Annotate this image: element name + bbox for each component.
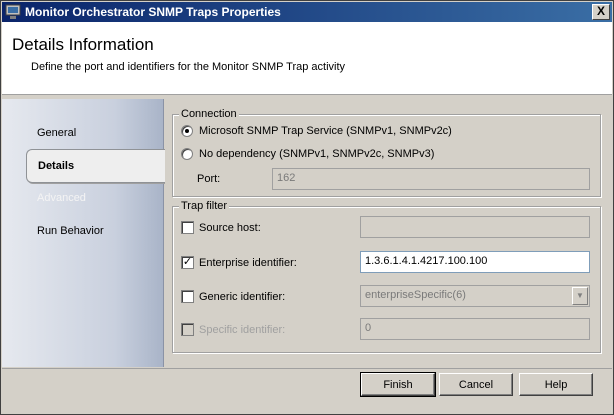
port-field[interactable]: 162: [272, 168, 590, 190]
specific-identifier-checkbox: Specific identifier:: [181, 323, 285, 336]
enterprise-identifier-checkbox[interactable]: ✓ Enterprise identifier:: [181, 256, 297, 269]
checkbox[interactable]: [181, 221, 194, 234]
trap-filter-legend: Trap filter: [179, 200, 230, 212]
page-header: Details Information Define the port and …: [2, 22, 612, 95]
page-subtitle: Define the port and identifiers for the …: [31, 61, 346, 73]
checkbox-label: Generic identifier:: [199, 290, 286, 303]
sidebar-item-details[interactable]: Details: [26, 149, 165, 183]
connection-legend: Connection: [179, 108, 239, 120]
specific-identifier-field: 0: [360, 318, 590, 340]
radio-label: No dependency (SNMPv1, SNMPv2c, SNMPv3): [199, 148, 435, 160]
checkbox: [181, 323, 194, 336]
radio-no-dependency[interactable]: No dependency (SNMPv1, SNMPv2c, SNMPv3): [181, 148, 434, 160]
title-bar[interactable]: Monitor Orchestrator SNMP Traps Properti…: [2, 2, 612, 22]
radio-button[interactable]: [181, 125, 193, 137]
help-button[interactable]: Help: [519, 373, 593, 396]
sidebar-item-general[interactable]: General: [37, 127, 76, 139]
source-host-field[interactable]: [360, 216, 590, 238]
window-title: Monitor Orchestrator SNMP Traps Properti…: [25, 5, 281, 19]
sidebar-item-label: Details: [38, 160, 75, 172]
cancel-button[interactable]: Cancel: [439, 373, 513, 396]
properties-dialog: Monitor Orchestrator SNMP Traps Properti…: [0, 0, 614, 415]
generic-identifier-checkbox[interactable]: Generic identifier:: [181, 290, 285, 303]
sidebar-nav: General Details Advanced Run Behavior: [2, 99, 165, 367]
connection-group: Connection Microsoft SNMP Trap Service (…: [172, 108, 601, 197]
details-panel: Connection Microsoft SNMP Trap Service (…: [165, 99, 612, 367]
checkbox[interactable]: ✓: [181, 256, 194, 269]
chevron-down-icon[interactable]: ▼: [572, 287, 588, 305]
radio-label: Microsoft SNMP Trap Service (SNMPv1, SNM…: [199, 125, 452, 137]
generic-identifier-select[interactable]: enterpriseSpecific(6) ▼: [360, 285, 590, 307]
app-icon: [5, 4, 21, 20]
checkbox-label: Source host:: [199, 221, 261, 234]
close-button[interactable]: X: [592, 4, 610, 20]
finish-button[interactable]: Finish: [360, 372, 436, 397]
checkbox[interactable]: [181, 290, 194, 303]
trap-filter-group: Trap filter Source host: ✓ Enterprise id…: [172, 200, 601, 353]
radio-button[interactable]: [181, 148, 193, 160]
port-label: Port:: [197, 173, 221, 185]
checkbox-label: Enterprise identifier:: [199, 256, 297, 269]
radio-microsoft-snmp[interactable]: Microsoft SNMP Trap Service (SNMPv1, SNM…: [181, 125, 452, 137]
source-host-checkbox[interactable]: Source host:: [181, 221, 261, 234]
enterprise-identifier-field[interactable]: 1.3.6.1.4.1.4217.100.100: [360, 251, 590, 273]
button-bar: Finish Cancel Help: [2, 368, 612, 414]
checkbox-label: Specific identifier:: [199, 323, 286, 336]
page-title: Details Information: [12, 35, 154, 54]
sidebar-item-run-behavior[interactable]: Run Behavior: [37, 225, 104, 237]
select-value: enterpriseSpecific(6): [365, 289, 466, 301]
sidebar-item-advanced: Advanced: [37, 192, 86, 204]
